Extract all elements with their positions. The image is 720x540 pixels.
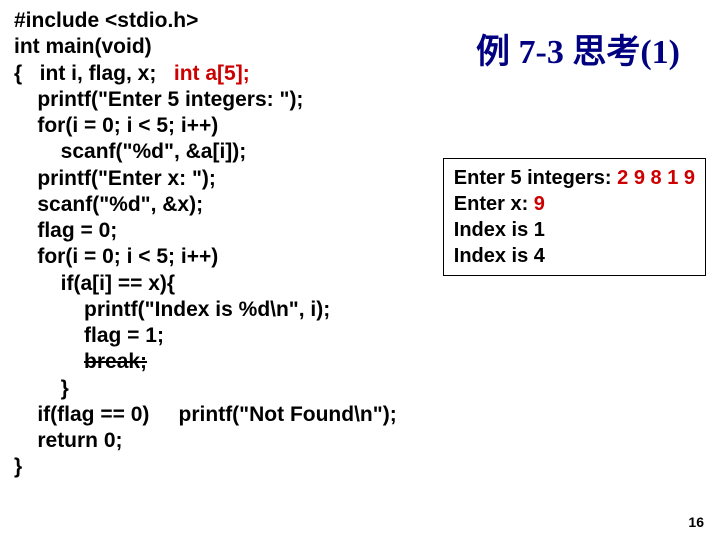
code-line: flag = 1; (14, 324, 164, 347)
code-line-strike: break; (84, 350, 147, 373)
output-text: Enter 5 integers: (454, 167, 617, 189)
code-line: scanf("%d", &a[i]); (14, 140, 246, 163)
code-line: printf("Enter x: "); (14, 167, 216, 190)
code-line: scanf("%d", &x); (14, 193, 203, 216)
output-input: 2 9 8 1 9 (617, 167, 695, 189)
code-line: for(i = 0; i < 5; i++) (14, 114, 218, 137)
slide-title: 例 7-3 思考(1) (476, 24, 680, 73)
output-text: Enter x: (454, 193, 534, 215)
output-line: Index is 1 (454, 217, 695, 243)
slide-container: 例 7-3 思考(1) #include <stdio.h> int main(… (0, 0, 720, 540)
output-line: Enter 5 integers: 2 9 8 1 9 (454, 165, 695, 191)
code-line: { int i, flag, x; (14, 62, 174, 85)
code-line: for(i = 0; i < 5; i++) (14, 245, 218, 268)
output-line: Index is 4 (454, 243, 695, 269)
code-line (14, 350, 84, 373)
code-line: int main(void) (14, 35, 152, 58)
output-box: Enter 5 integers: 2 9 8 1 9 Enter x: 9 I… (443, 158, 706, 276)
code-line: #include <stdio.h> (14, 9, 198, 32)
code-line: if(flag == 0) printf("Not Found\n"); (14, 403, 397, 426)
code-line: if(a[i] == x){ (14, 272, 175, 295)
code-line: flag = 0; (14, 219, 117, 242)
code-line: printf("Index is %d\n", i); (14, 298, 330, 321)
code-line: return 0; (14, 429, 123, 452)
code-line-emph: int a[5]; (174, 62, 250, 85)
code-line: } (14, 455, 22, 478)
code-line: printf("Enter 5 integers: "); (14, 88, 303, 111)
page-number: 16 (688, 514, 704, 530)
code-line: } (14, 377, 69, 400)
output-line: Enter x: 9 (454, 191, 695, 217)
output-input: 9 (534, 193, 545, 215)
